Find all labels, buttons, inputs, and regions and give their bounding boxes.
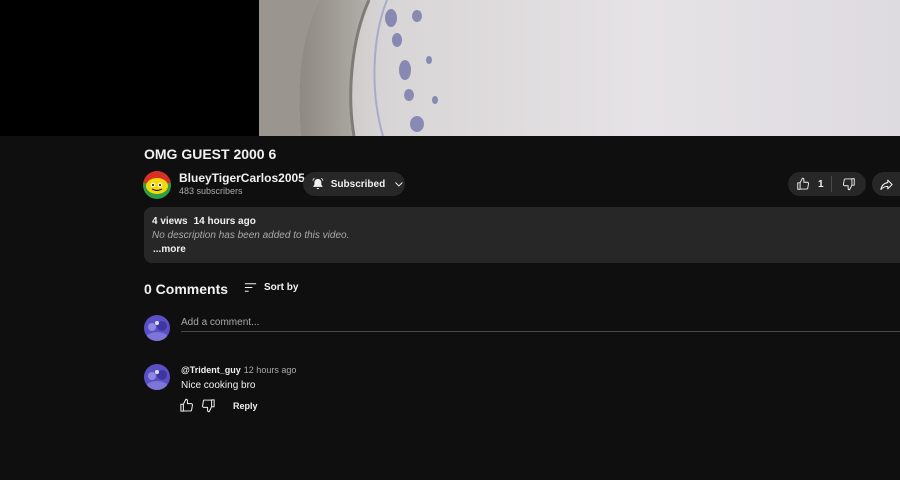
thumbs-up-icon [797, 177, 810, 190]
comment-author[interactable]: @Trident_guy [181, 365, 241, 375]
reply-button[interactable]: Reply [233, 401, 258, 411]
description-box[interactable]: 4 views 14 hours ago No description has b… [144, 207, 900, 263]
sort-by-label: Sort by [264, 282, 299, 293]
channel-name[interactable]: BlueyTigerCarlos2005 [179, 171, 305, 185]
thumbs-down-icon [842, 178, 855, 191]
channel-avatar[interactable] [143, 171, 171, 199]
comment-text: Nice cooking bro [181, 380, 256, 391]
sort-by-button[interactable]: Sort by [243, 280, 298, 295]
sort-icon [244, 283, 257, 292]
video-meta: 4 views 14 hours ago [152, 216, 256, 227]
subscribed-button[interactable]: Subscribed [303, 172, 405, 196]
subscribed-label: Subscribed [330, 178, 386, 190]
comment-dislike-button[interactable] [201, 398, 216, 413]
share-button[interactable] [872, 172, 900, 196]
comment-like-button[interactable] [179, 398, 194, 413]
dislike-button[interactable] [832, 172, 866, 196]
chevron-down-icon [395, 182, 403, 187]
user-avatar[interactable] [144, 315, 170, 341]
comment-time[interactable]: 12 hours ago [244, 365, 297, 375]
video-player[interactable] [0, 0, 900, 136]
comment-header: @Trident_guy 12 hours ago [181, 365, 296, 375]
comments-count: 0 Comments [144, 281, 229, 297]
like-dislike-group: 1 [788, 172, 866, 196]
description-text: No description has been added to this vi… [152, 230, 350, 241]
bell-icon [312, 177, 324, 190]
like-count: 1 [818, 178, 824, 190]
like-button[interactable]: 1 [788, 172, 831, 196]
view-count: 4 views [152, 216, 188, 227]
more-link[interactable]: ...more [153, 244, 186, 255]
add-comment-input[interactable] [181, 314, 900, 332]
share-icon [880, 179, 893, 190]
video-title: OMG GUEST 2000 6 [144, 146, 277, 162]
video-frame[interactable] [259, 0, 900, 136]
comment-avatar[interactable] [144, 364, 170, 390]
upload-age: 14 hours ago [193, 216, 256, 227]
subscriber-count: 483 subscribers [179, 186, 243, 196]
